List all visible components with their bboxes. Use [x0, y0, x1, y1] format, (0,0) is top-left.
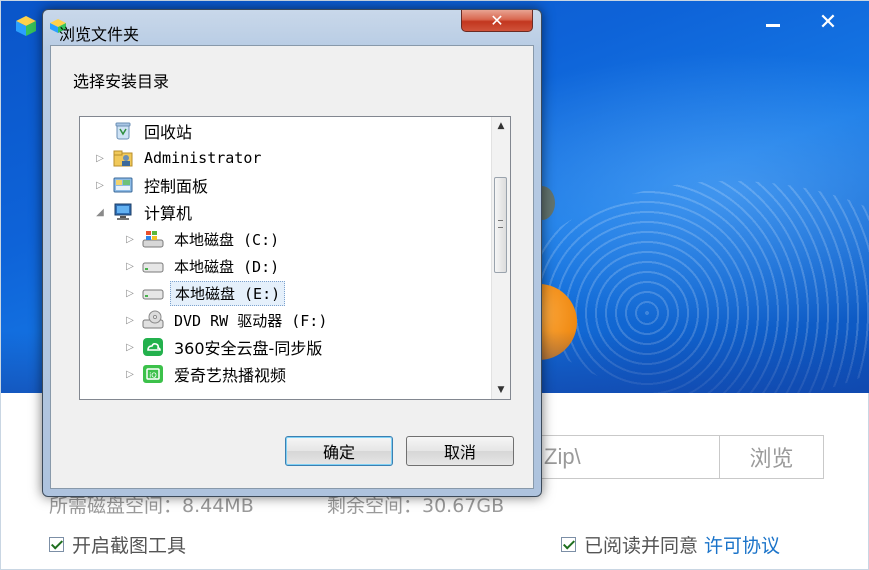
expanded-arrow-icon[interactable]: ◢ [92, 207, 108, 218]
collapsed-arrow-icon[interactable]: ▷ [92, 153, 108, 164]
tree-item[interactable]: ▷ 本地磁盘 (C:) [122, 226, 283, 252]
system-drive-icon [142, 229, 164, 249]
collapsed-arrow-icon[interactable]: ▷ [122, 261, 138, 272]
grip-icon [498, 220, 503, 228]
close-button[interactable]: ✕ [813, 9, 843, 35]
collapsed-arrow-icon[interactable]: ▷ [122, 288, 138, 299]
tree-item-label: 本地磁盘 (E:) [170, 280, 286, 306]
tree-item-label: 回收站 [144, 123, 193, 142]
tree-item-label: 本地磁盘 (D:) [174, 257, 280, 276]
tree-item-label: 本地磁盘 (C:) [174, 230, 280, 249]
minimize-icon [766, 23, 780, 27]
svg-text:iQ: iQ [149, 372, 157, 380]
screenshot-tool-option[interactable]: 开启截图工具 [49, 531, 186, 558]
browse-button[interactable]: 浏览 [719, 435, 824, 479]
control-panel-icon [112, 175, 134, 195]
tree-item[interactable]: 回收站 [92, 118, 196, 144]
collapsed-arrow-icon[interactable]: ▷ [92, 180, 108, 191]
tree-item[interactable]: ▷ DVD RW 驱动器 (F:) [122, 307, 331, 333]
computer-icon [112, 202, 134, 222]
dvd-drive-icon [142, 310, 164, 330]
tree-item[interactable]: ▷ 本地磁盘 (D:) [122, 253, 283, 279]
drive-icon [142, 283, 164, 303]
tree-item[interactable]: ▷ Administrator [92, 145, 265, 171]
agree-label: 已阅读并同意 [584, 535, 699, 557]
tree-scrollbar[interactable]: ▲ ▼ [491, 117, 510, 399]
tree-item-label: Administrator [144, 149, 262, 167]
tree-item[interactable]: ▷ 360安全云盘-同步版 [122, 334, 326, 360]
close-icon: ✕ [490, 11, 504, 30]
video-app-icon: iQ [142, 364, 164, 384]
scroll-thumb[interactable] [494, 177, 507, 273]
collapsed-arrow-icon[interactable]: ▷ [122, 369, 138, 380]
collapsed-arrow-icon[interactable]: ▷ [122, 315, 138, 326]
cancel-button[interactable]: 取消 [406, 436, 514, 466]
minimize-button[interactable] [758, 9, 788, 35]
folder-tree[interactable]: 回收站 ▷ Administrator ▷ 控制面板 ◢ 计算机 ▷ 本地磁盘 (C:) ▷ 本地磁… [79, 116, 511, 400]
tree-item[interactable]: ▷ 控制面板 [92, 172, 212, 198]
browse-folder-dialog: 浏览文件夹 ✕ 选择安装目录 回收站 ▷ Administrator ▷ 控制面板 ◢ 计算… [42, 9, 542, 497]
dialog-body: 选择安装目录 回收站 ▷ Administrator ▷ 控制面板 ◢ 计算机 ▷ 本地磁盘 (… [50, 45, 534, 489]
tree-item[interactable]: ▷ 本地磁盘 (E:) [122, 280, 286, 306]
agree-option[interactable]: 已阅读并同意 许可协议 [561, 531, 780, 558]
scroll-down-arrow-icon[interactable]: ▼ [492, 381, 510, 399]
tree-item-label: 爱奇艺热播视频 [174, 366, 287, 385]
install-path-input[interactable]: Zip\ [521, 435, 719, 479]
scroll-up-arrow-icon[interactable]: ▲ [492, 117, 510, 135]
dialog-title: 浏览文件夹 [59, 25, 140, 44]
app-logo-icon [16, 16, 36, 36]
license-link[interactable]: 许可协议 [704, 531, 780, 558]
close-icon: ✕ [818, 9, 838, 35]
tree-item-label: 360安全云盘-同步版 [174, 339, 323, 358]
tree-item-label: DVD RW 驱动器 (F:) [174, 311, 328, 330]
tree-item-label: 计算机 [144, 204, 193, 223]
collapsed-arrow-icon[interactable]: ▷ [122, 342, 138, 353]
screenshot-tool-label: 开启截图工具 [72, 535, 187, 557]
tree-item[interactable]: ▷ iQ 爱奇艺热播视频 [122, 361, 290, 387]
dialog-prompt: 选择安装目录 [73, 72, 170, 91]
drive-icon [142, 256, 164, 276]
ok-button[interactable]: 确定 [285, 436, 393, 466]
tree-item-label: 控制面板 [144, 177, 209, 196]
agree-checkbox[interactable] [561, 537, 576, 552]
cloud-drive-icon [142, 337, 164, 357]
recycle-bin-icon [112, 121, 134, 141]
user-folder-icon [112, 148, 134, 168]
dialog-close-button[interactable]: ✕ [461, 10, 533, 32]
tree-item[interactable]: ◢ 计算机 [92, 199, 196, 225]
screenshot-tool-checkbox[interactable] [49, 537, 64, 552]
collapsed-arrow-icon[interactable]: ▷ [122, 234, 138, 245]
